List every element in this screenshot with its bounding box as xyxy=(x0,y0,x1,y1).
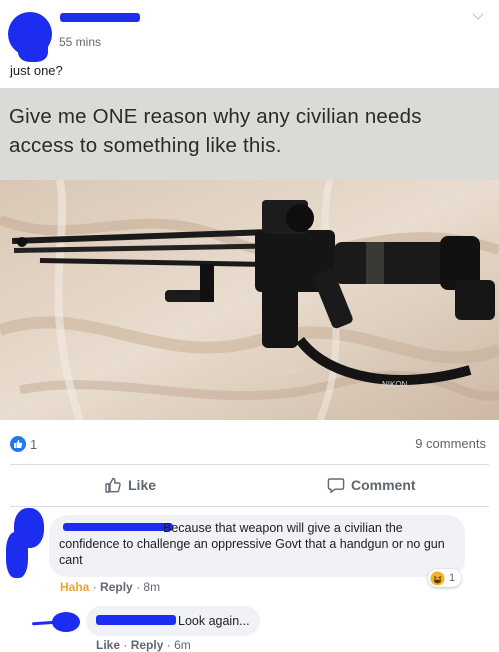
comment-2-meta: Like · Reply · 6m xyxy=(96,638,191,652)
comment-2-author[interactable] xyxy=(96,615,176,625)
post-author-avatar[interactable] xyxy=(8,12,54,62)
comment-icon xyxy=(327,478,345,493)
divider-top xyxy=(10,464,489,465)
like-reaction-icon xyxy=(10,436,26,452)
comment-button-label: Comment xyxy=(351,477,416,493)
comment-1-haha-link[interactable]: Haha xyxy=(60,580,89,594)
like-button[interactable]: Like xyxy=(104,476,156,494)
strap-text-2: NIKON xyxy=(382,380,408,389)
comment-1-time[interactable]: 8m xyxy=(143,580,160,594)
like-count: 1 xyxy=(30,436,38,452)
post-image[interactable]: Give me ONE reason why any civilian need… xyxy=(0,88,499,420)
meme-caption: Give me ONE reason why any civilian need… xyxy=(9,105,422,157)
comment-1-bubble: Because that weapon will give a civilian… xyxy=(49,515,465,577)
camera-rifle-photo: Nikon NIKON xyxy=(0,180,499,420)
haha-emoji-icon xyxy=(430,571,445,585)
comment-1-avatar[interactable] xyxy=(4,504,54,578)
comment-2-like-link[interactable]: Like xyxy=(96,638,120,652)
comment-2-reply-link[interactable]: Reply xyxy=(131,638,164,652)
post-text: just one? xyxy=(10,63,63,78)
comments-count-link[interactable]: 9 comments xyxy=(415,436,486,451)
comment-2-time[interactable]: 6m xyxy=(174,638,191,652)
comment-1-reaction-count: 1 xyxy=(449,572,456,584)
comment-1-reply-link[interactable]: Reply xyxy=(100,580,133,594)
comment-2-text: Look again... xyxy=(178,614,250,628)
post-author-name[interactable] xyxy=(60,13,140,22)
comment-1-text: Because that weapon will give a civilian… xyxy=(59,521,445,567)
comment-2-bubble: Look again... xyxy=(86,606,260,636)
thumbs-up-icon xyxy=(105,477,121,493)
reaction-summary[interactable]: 1 xyxy=(10,436,37,452)
comment-button[interactable]: Comment xyxy=(327,476,416,494)
comment-1-meta: Haha · Reply · 8m xyxy=(60,580,161,594)
comment-1-reaction-badge[interactable]: 1 xyxy=(428,569,462,587)
post-options-chevron-icon[interactable] xyxy=(472,8,484,20)
divider-bottom xyxy=(10,506,489,507)
like-button-label: Like xyxy=(128,477,157,493)
comment-2-avatar[interactable] xyxy=(31,612,84,634)
post-time[interactable]: 55 mins xyxy=(59,35,101,49)
